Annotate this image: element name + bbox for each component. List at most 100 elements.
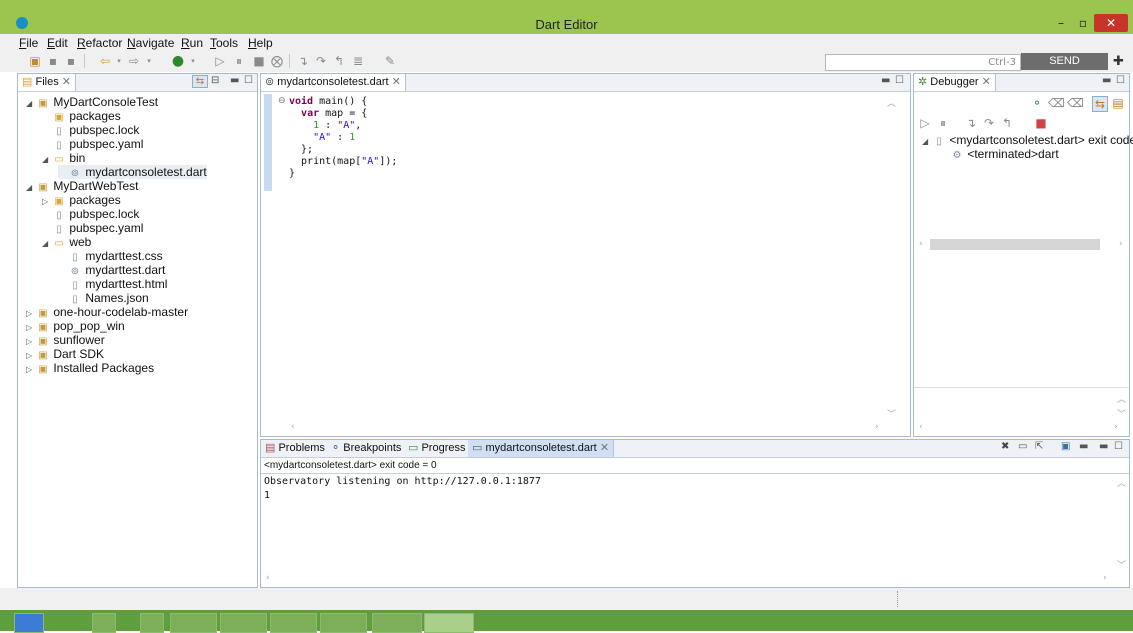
remove-terminated-icon[interactable]: ⌫ [1048,96,1065,110]
tree-item[interactable]: ◢ ▭ bin [42,151,85,165]
scroll-down-icon[interactable]: ﹀ [887,407,896,420]
taskbar-app[interactable] [220,613,267,633]
step-into-icon[interactable]: ↴ [964,116,978,130]
tree-item[interactable]: ▷ ▣ pop_pop_win [26,319,125,333]
open-file-icon[interactable]: ▤ [1111,96,1125,110]
taskbar-app-active[interactable] [424,613,474,633]
link-editor-icon[interactable]: ⇆ [192,75,208,88]
scroll-right-icon[interactable]: › [1103,573,1107,583]
scroll-left-icon[interactable]: ‹ [266,573,270,583]
scroll-right-icon[interactable]: › [875,422,879,432]
taskbar-app[interactable] [372,613,422,633]
taskbar-app[interactable] [92,613,116,633]
tree-item[interactable]: ▯ pubspec.lock [42,123,139,137]
step-over-icon[interactable]: ↷ [314,54,328,68]
breakpoint-icon[interactable]: ⚬ [1030,96,1044,110]
clear-console-icon[interactable]: ▭ [1018,441,1027,452]
chevron-down-icon[interactable]: ◢ [42,237,52,251]
tree-item[interactable]: ◢ ▣ MyDartWebTest [26,179,138,193]
console-menu-icon[interactable]: ▬ [1079,441,1088,452]
tab-problems[interactable]: ▤ Problems [261,440,330,457]
maximize-icon[interactable]: ☐ [895,75,904,86]
tree-item[interactable]: ▯ pubspec.yaml [42,137,143,151]
tree-item[interactable]: ▣ packages [42,109,120,123]
scroll-down-icon[interactable]: ﹀ [1117,407,1126,420]
scroll-right-icon[interactable]: › [1119,239,1123,249]
menu-tools[interactable]: Tools [210,36,238,50]
scroll-up-icon[interactable]: ︿ [887,96,896,109]
pause-on-exception-icon[interactable]: ⇆ [1092,96,1108,112]
fold-icon[interactable]: ⊖ [278,96,286,106]
scroll-up-icon[interactable]: ︿ [1117,476,1126,489]
close-button[interactable]: ✕ [1094,14,1128,32]
stop-icon[interactable]: ■ [1034,116,1048,130]
step-return-icon[interactable]: ↰ [1000,116,1014,130]
chevron-down-icon[interactable]: ▾ [186,54,200,68]
chevron-down-icon[interactable]: ◢ [26,97,36,111]
taskbar-app[interactable] [270,613,317,633]
close-icon[interactable]: ✕ [62,76,71,88]
tab-breakpoints[interactable]: ⚬ Breakpoints [327,440,407,457]
back-icon[interactable]: ⇦ [98,54,112,68]
maximize-button[interactable]: ▫ [1072,14,1094,32]
scroll-up-icon[interactable]: ︿ [1117,392,1126,405]
step-over-icon[interactable]: ↷ [982,116,996,130]
minimize-icon[interactable]: ▬ [1102,75,1111,86]
tree-item[interactable]: ⊚ mydartconsoletest.dart [58,165,207,179]
forward-icon[interactable]: ⇨ [127,54,141,68]
tab-progress[interactable]: ▭ Progress [404,440,471,457]
stop-icon[interactable]: ■ [252,54,266,68]
step-return-icon[interactable]: ↰ [332,54,346,68]
tree-item[interactable]: ▯ pubspec.lock [42,207,139,221]
chevron-down-icon[interactable]: ◢ [26,181,36,195]
horizontal-scrollbar[interactable] [930,239,1100,250]
new-project-icon[interactable]: ▣ [28,54,42,68]
scroll-left-icon[interactable]: ‹ [291,422,295,432]
maximize-icon[interactable]: ☐ [1116,75,1125,86]
tree-item[interactable]: ◢ ▣ MyDartConsoleTest [26,95,158,109]
tab-console[interactable]: ▭ mydartconsoletest.dart ✕ [468,440,615,457]
tree-item[interactable]: ▷ ▣ one-hour-codelab-master [26,305,188,319]
scroll-left-icon[interactable]: ‹ [919,422,923,432]
pause-icon[interactable]: ⏸ [936,116,950,130]
code-editor[interactable]: void main() { var map = { 1 : "A", "A" :… [289,96,397,180]
chevron-down-icon[interactable]: ▾ [142,54,156,68]
quick-access-input[interactable]: Ctrl-3 [825,54,1021,71]
pause-icon[interactable]: ⏸ [232,54,246,68]
tree-item[interactable]: ⊚ mydarttest.dart [58,263,166,277]
minimize-icon[interactable]: ▬ [1099,441,1108,452]
collapse-all-icon[interactable]: ⊟ [211,75,219,86]
close-icon[interactable]: ✕ [392,76,401,88]
menu-run[interactable]: Run [181,36,203,50]
debug-process-item[interactable]: ⚙ <terminated>dart [950,147,1059,161]
send-feedback-button[interactable]: SEND FEEDBACK [1021,53,1108,84]
menu-help[interactable]: Help [248,36,273,50]
feedback-megaphone-icon[interactable]: ✚ [1113,54,1124,69]
tree-item[interactable]: ▯ mydarttest.css [58,249,162,263]
step-into-icon[interactable]: ↴ [296,54,310,68]
remove-all-icon[interactable]: ⌫ [1067,96,1084,110]
display-console-icon[interactable]: ▣ [1061,441,1070,452]
maximize-icon[interactable]: ☐ [1114,441,1123,452]
tree-item[interactable]: ▯ mydarttest.html [58,277,167,291]
resume-icon[interactable]: ▷ [213,54,227,68]
menu-refactor[interactable]: Refactor [77,36,122,50]
scroll-left-icon[interactable]: ‹ [919,239,923,249]
tree-item[interactable]: ▯ pubspec.yaml [42,221,143,235]
start-button[interactable] [14,613,44,633]
tree-item[interactable]: ▷ ▣ Installed Packages [26,361,154,375]
close-icon[interactable]: ✕ [982,76,991,88]
chevron-right-icon[interactable]: ▷ [26,363,36,377]
scroll-right-icon[interactable]: › [1114,422,1118,432]
menu-file[interactable]: File [19,36,38,50]
tree-item[interactable]: ▷ ▣ packages [42,193,121,207]
resume-icon[interactable]: ▷ [918,116,932,130]
terminate-icon[interactable]: ✖ [1001,441,1009,452]
menu-navigate[interactable]: Navigate [127,36,174,50]
pin-console-icon[interactable]: ⇱ [1035,441,1043,452]
minimize-button[interactable]: – [1050,14,1072,32]
tab-editor[interactable]: ⊚ mydartconsoletest.dart ✕ [261,74,406,91]
chevron-down-icon[interactable]: ▾ [112,54,126,68]
menu-edit[interactable]: Edit [47,36,68,50]
debug-launch-item[interactable]: ◢ ▯ <mydartconsoletest.dart> exit code [922,133,1133,147]
